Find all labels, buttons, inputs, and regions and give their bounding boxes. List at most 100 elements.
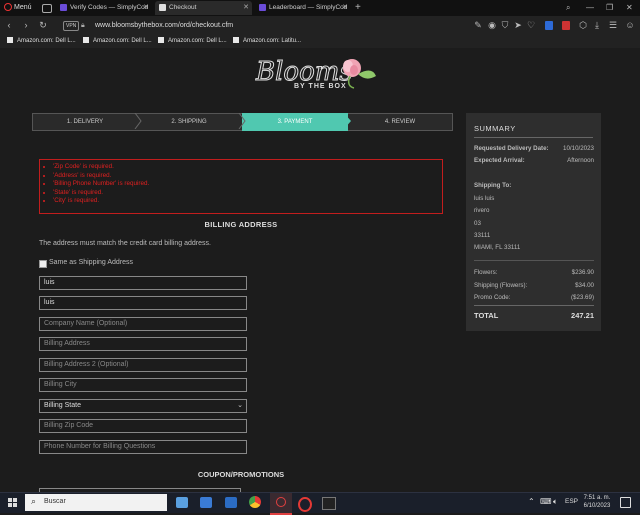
bookmarks-bar: Amazon.com: Dell L... Amazon.com: Dell L… — [0, 35, 640, 49]
blooms-logo[interactable]: Blooms BY THE BOX — [250, 56, 390, 96]
summary-title: SUMMARY — [474, 124, 516, 133]
shield-icon[interactable]: ⛉ — [499, 16, 511, 35]
tab-favicon-icon — [259, 3, 266, 11]
close-tab-icon[interactable]: ✕ — [243, 1, 249, 15]
coupon-heading: COUPON/PROMOTIONS — [197, 470, 285, 479]
checkbox-box[interactable] — [39, 260, 47, 268]
camera-icon[interactable]: ◉ — [486, 16, 498, 35]
step-separator-icon — [238, 113, 246, 129]
billing-address2-field[interactable]: Billing Address 2 (Optional) — [39, 358, 247, 372]
menu-lines-icon[interactable]: ☰ — [607, 16, 619, 35]
summary-divider — [474, 260, 594, 261]
step-payment[interactable]: 3. PAYMENT — [242, 113, 348, 131]
first-name-field[interactable]: luis — [39, 276, 247, 290]
ship-address-line: luis luis — [474, 195, 495, 202]
search-icon: ⌕ — [31, 496, 37, 506]
step-separator-icon — [344, 113, 351, 129]
search-tabs-icon[interactable]: ⌕ — [566, 1, 570, 15]
browser-address-bar: ‹ › ↻ VPN 🔒︎ www.bloomsbythebox.com/ord/… — [0, 16, 640, 35]
send-icon[interactable]: ➤ — [512, 16, 524, 35]
language-indicator[interactable]: ESP — [565, 498, 578, 505]
step-separator-icon — [134, 113, 142, 129]
step-review[interactable]: 4. REVIEW — [348, 113, 453, 131]
close-window-button[interactable]: ✕ — [626, 1, 633, 15]
store-app-icon[interactable] — [200, 497, 212, 508]
minimize-window-button[interactable]: — — [586, 1, 594, 15]
tab-favicon-icon — [60, 3, 67, 11]
error-list: 'Zip Code' is required. 'Address' is req… — [40, 163, 149, 206]
volume-icon[interactable]: 🔈︎ — [553, 497, 558, 507]
error-zip: 'Zip Code' is required. — [53, 163, 149, 172]
summary-divider — [474, 305, 594, 306]
shipping-cost-row: Shipping (Flowers): $34.00 — [474, 282, 594, 289]
windows-start-icon[interactable] — [8, 498, 18, 508]
ship-address-line: rivero — [474, 207, 490, 214]
requested-date-row: Requested Delivery Date: 10/10/2023 — [474, 145, 594, 152]
last-name-field[interactable]: luis — [39, 296, 247, 310]
bookmark-item[interactable]: Amazon.com: Dell L... — [158, 35, 227, 48]
notification-icon[interactable] — [620, 497, 631, 508]
opera-logo-icon — [4, 3, 12, 12]
close-tab-icon[interactable]: ✕ — [342, 1, 348, 15]
url-input[interactable]: www.bloomsbythebox.com/ord/checkout.cfm — [95, 16, 233, 35]
tab-favicon-icon — [159, 3, 166, 11]
new-tab-button[interactable]: + — [355, 1, 361, 15]
billing-zip-field[interactable]: Billing Zip Code — [39, 419, 247, 433]
extension-red-icon[interactable] — [562, 21, 570, 30]
tab-verify-codes[interactable]: Verify Codes — SimplyCod ✕ — [56, 1, 152, 15]
chevron-up-icon[interactable]: ⌃ — [528, 497, 535, 506]
step-delivery[interactable]: 1. DELIVERY — [32, 113, 137, 131]
bookmark-item[interactable]: Amazon.com: Dell L... — [7, 35, 76, 48]
clock[interactable]: 7:51 a. m. 6/10/2023 — [583, 494, 611, 510]
cube-icon[interactable]: ⬡ — [577, 16, 589, 35]
browser-tab-bar: Menú Verify Codes — SimplyCod ✕ Checkout ✕… — [0, 0, 640, 16]
bookmark-favicon-icon — [7, 37, 13, 44]
billing-address-field[interactable]: Billing Address — [39, 337, 247, 351]
maximize-window-button[interactable]: ❐ — [606, 1, 613, 15]
error-state: 'State' is required. — [53, 189, 149, 198]
media-app-icon[interactable] — [322, 497, 336, 510]
extension-icon[interactable] — [545, 21, 553, 30]
heart-icon[interactable]: ♡ — [525, 16, 537, 35]
bookmark-favicon-icon — [158, 37, 164, 44]
reload-icon[interactable]: ↻ — [37, 16, 49, 35]
billing-city-field[interactable]: Billing City — [39, 378, 247, 392]
ship-address-line: 33111 — [474, 232, 491, 239]
back-icon[interactable]: ‹ — [3, 16, 15, 35]
forward-icon[interactable]: › — [20, 16, 32, 35]
bookmark-item[interactable]: Amazon.com: Dell L... — [83, 35, 152, 48]
total-row: TOTAL 247.21 — [474, 311, 594, 320]
edit-icon[interactable]: ✎ — [472, 16, 484, 35]
ship-address-line: MIAMI, FL 33111 — [474, 244, 521, 251]
promo-code-row: Promo Code: ($23.69) — [474, 294, 594, 301]
billing-phone-field[interactable]: Phone Number for Billing Questions — [39, 440, 247, 454]
billing-note: The address must match the credit card b… — [39, 240, 211, 247]
tab-leaderboard[interactable]: Leaderboard — SimplyCod ✕ — [255, 1, 351, 15]
same-as-shipping-label: Same as Shipping Address — [49, 259, 134, 266]
billing-address-heading: BILLING ADDRESS — [204, 220, 278, 229]
sidebar-icon[interactable] — [42, 4, 52, 13]
profile-icon[interactable]: ☺ — [624, 16, 636, 35]
billing-state-select[interactable]: Billing State ⌄ — [39, 399, 247, 413]
chrome-app-icon[interactable] — [249, 496, 261, 508]
opera-app-icon[interactable] — [298, 497, 312, 512]
error-phone: 'Billing Phone Number' is required. — [53, 180, 149, 189]
tab-checkout[interactable]: Checkout ✕ — [155, 1, 252, 15]
vpn-badge[interactable]: VPN — [63, 21, 80, 31]
rose-icon — [343, 59, 376, 89]
expected-arrival-row: Expected Arrival: Afternoon — [474, 157, 594, 164]
browser-menu-button[interactable]: Menú — [4, 1, 32, 15]
bookmark-item[interactable]: Amazon.com: Latitu... — [233, 35, 301, 48]
download-icon[interactable]: ⤓ — [591, 16, 603, 35]
network-icon[interactable]: ⌨︎ — [540, 497, 552, 506]
company-name-field[interactable]: Company Name (Optional) — [39, 317, 247, 331]
summary-divider — [474, 137, 593, 138]
taskbar-search-box[interactable]: ⌕ Buscar — [25, 494, 167, 511]
ship-address-line: 03 — [474, 220, 481, 227]
task-view-icon[interactable] — [176, 497, 188, 508]
error-city: 'City' is required. — [53, 197, 149, 206]
mail-app-icon[interactable] — [225, 497, 237, 508]
lock-icon: 🔒︎ — [81, 22, 85, 29]
step-shipping[interactable]: 2. SHIPPING — [136, 113, 242, 131]
close-tab-icon[interactable]: ✕ — [143, 1, 149, 15]
